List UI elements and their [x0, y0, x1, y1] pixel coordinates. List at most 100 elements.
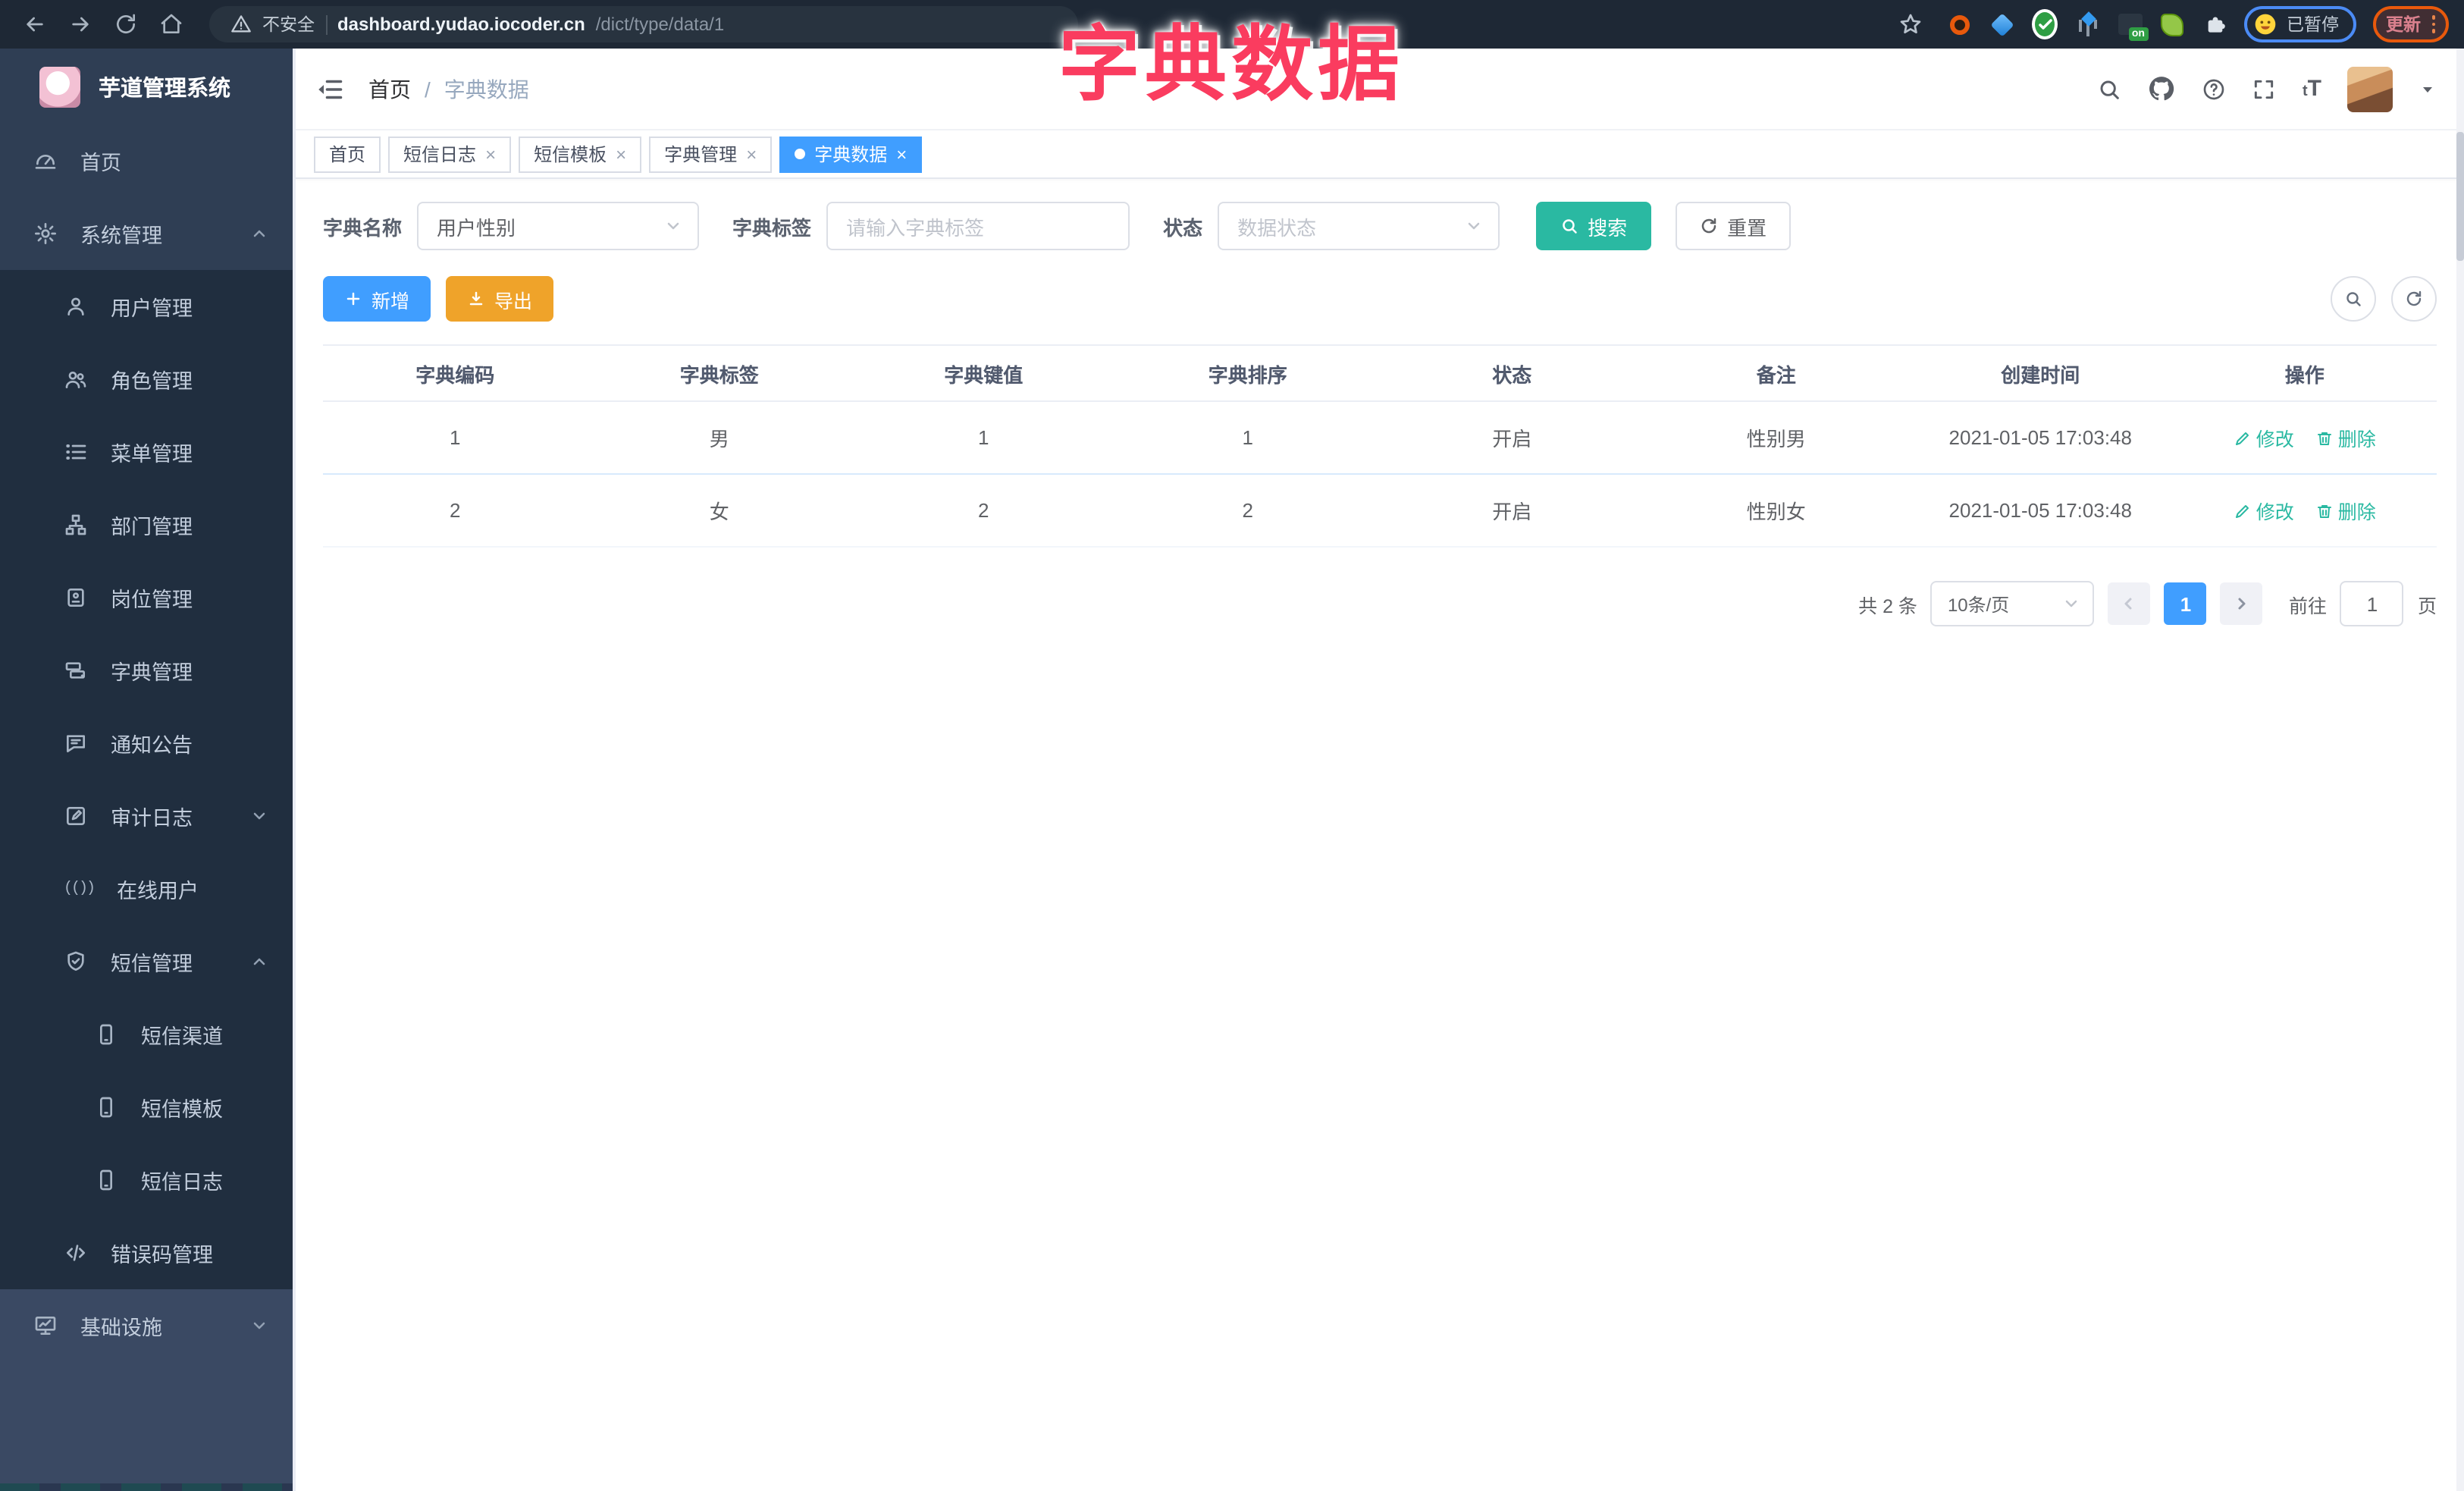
- sidebar-item-system[interactable]: 系统管理: [0, 197, 293, 270]
- edit-link[interactable]: 修改: [2234, 496, 2294, 525]
- reset-button-label: 重置: [1727, 216, 1767, 239]
- status-select[interactable]: 数据状态: [1218, 202, 1500, 250]
- tab-home[interactable]: 首页: [314, 136, 381, 172]
- export-button-label: 导出: [494, 290, 533, 312]
- tab-sms-template[interactable]: 短信模板 ×: [519, 136, 642, 172]
- bookmark-star-icon[interactable]: [1891, 5, 1930, 44]
- delete-link[interactable]: 删除: [2315, 496, 2376, 525]
- sidebar-item-home[interactable]: 首页: [0, 124, 293, 197]
- audit-log-icon: [64, 804, 88, 828]
- tab-close-icon[interactable]: ×: [485, 145, 496, 163]
- browser-home-icon[interactable]: [152, 5, 191, 44]
- extension-paused-chip[interactable]: 已暂停: [2244, 6, 2356, 42]
- github-icon[interactable]: [2148, 74, 2177, 103]
- extension-adblock-icon[interactable]: [1947, 11, 1973, 37]
- extension-sliders-icon[interactable]: [2074, 11, 2100, 37]
- gear-icon: [33, 221, 58, 246]
- sidebar-item-error-code[interactable]: 错误码管理: [0, 1216, 293, 1289]
- sidebar-item-sms-template[interactable]: 短信模板: [0, 1071, 293, 1144]
- sidebar-item-online-users[interactable]: (()) 在线用户: [0, 852, 293, 925]
- col-header-created: 创建时间: [1908, 345, 2173, 402]
- tab-label: 首页: [329, 144, 366, 165]
- search-button[interactable]: 搜索: [1536, 202, 1652, 250]
- extension-on-icon[interactable]: on: [2117, 11, 2148, 41]
- sidebar-collapse-icon[interactable]: [317, 75, 344, 102]
- current-page-button[interactable]: 1: [2164, 582, 2207, 625]
- sidebar-item-sms[interactable]: 短信管理: [0, 925, 293, 998]
- sidebar-item-menus[interactable]: 菜单管理: [0, 416, 293, 488]
- tab-dict-manage[interactable]: 字典管理 ×: [649, 136, 773, 172]
- online-users-icon: (()): [64, 880, 96, 897]
- breadcrumb-home[interactable]: 首页: [368, 74, 411, 104]
- cell-sort: 1: [1115, 401, 1380, 475]
- reset-button[interactable]: 重置: [1676, 202, 1792, 250]
- phone-icon: [94, 1168, 118, 1192]
- browser-update-button[interactable]: 更新: [2372, 6, 2449, 42]
- infrastructure-icon: [33, 1314, 58, 1338]
- scrollbar-thumb[interactable]: [2456, 132, 2464, 261]
- extensions-puzzle-icon[interactable]: [2202, 11, 2227, 37]
- sidebar-item-users[interactable]: 用户管理: [0, 270, 293, 343]
- chevron-down-icon: [250, 1317, 268, 1335]
- sidebar-item-posts[interactable]: 岗位管理: [0, 561, 293, 634]
- font-size-icon[interactable]: tT: [2303, 76, 2321, 102]
- browser-forward-icon[interactable]: [61, 5, 100, 44]
- sidebar-item-label: 岗位管理: [111, 589, 193, 611]
- header-search-icon[interactable]: [2098, 77, 2122, 101]
- sidebar-item-departments[interactable]: 部门管理: [0, 488, 293, 561]
- address-bar[interactable]: 不安全 dashboard.yudao.iocoder.cn/dict/type…: [209, 6, 1078, 42]
- prev-page-button[interactable]: [2108, 582, 2151, 625]
- delete-link[interactable]: 删除: [2315, 423, 2376, 452]
- sidebar-item-sms-log[interactable]: 短信日志: [0, 1144, 293, 1216]
- help-icon[interactable]: [2202, 77, 2227, 101]
- tab-close-icon[interactable]: ×: [616, 145, 626, 163]
- col-header-code: 字典编码: [323, 345, 588, 402]
- app-logo-row[interactable]: 芋道管理系统: [0, 49, 293, 124]
- extension-gem-icon[interactable]: [1989, 11, 2015, 37]
- sidebar-item-notice[interactable]: 通知公告: [0, 707, 293, 780]
- export-button[interactable]: 导出: [446, 276, 554, 322]
- shield-check-icon: [64, 950, 88, 974]
- sidebar-item-infrastructure[interactable]: 基础设施: [0, 1289, 293, 1362]
- sidebar-bottom-scrollbar[interactable]: [0, 1483, 293, 1491]
- user-avatar[interactable]: [2347, 66, 2393, 111]
- tab-close-icon[interactable]: ×: [896, 145, 907, 163]
- page-size-select[interactable]: 10条/页: [1930, 581, 2095, 626]
- extension-check-icon[interactable]: [2032, 9, 2058, 39]
- user-icon: [64, 294, 88, 319]
- extension-leaf-icon[interactable]: [2159, 11, 2185, 37]
- tab-sms-log[interactable]: 短信日志 ×: [388, 136, 512, 172]
- cell-sort: 2: [1115, 474, 1380, 548]
- sidebar-item-label: 在线用户: [117, 880, 199, 902]
- dict-tag-input[interactable]: 请输入字典标签: [826, 202, 1130, 250]
- dict-data-table: 字典编码 字典标签 字典键值 字典排序 状态 备注 创建时间 操作 1 男 1 …: [323, 344, 2437, 548]
- sidebar-item-label: 短信渠道: [141, 1025, 223, 1048]
- sidebar-item-label: 系统管理: [80, 224, 162, 247]
- update-label: 更新: [2386, 17, 2421, 35]
- sidebar-item-roles[interactable]: 角色管理: [0, 343, 293, 416]
- sidebar-item-audit-log[interactable]: 审计日志: [0, 780, 293, 852]
- tab-close-icon[interactable]: ×: [746, 145, 757, 163]
- sidebar-item-sms-channel[interactable]: 短信渠道: [0, 998, 293, 1071]
- browser-menu-kebab-icon[interactable]: [2431, 15, 2435, 33]
- tab-dict-data-active[interactable]: 字典数据 ×: [779, 136, 923, 172]
- fullscreen-icon[interactable]: [2252, 77, 2277, 101]
- sidebar-item-dict[interactable]: 字典管理: [0, 634, 293, 707]
- next-page-button[interactable]: [2220, 582, 2263, 625]
- refresh-table-button[interactable]: [2391, 276, 2437, 322]
- status-placeholder: 数据状态: [1237, 216, 1317, 239]
- logo-image: [39, 66, 80, 107]
- window-scrollbar[interactable]: [2456, 49, 2464, 1491]
- edit-link[interactable]: 修改: [2234, 423, 2294, 452]
- toggle-search-button[interactable]: [2331, 276, 2376, 322]
- cell-label: 男: [587, 401, 851, 475]
- user-menu-caret-icon[interactable]: [2419, 80, 2437, 98]
- goto-page-input[interactable]: 1: [2340, 581, 2404, 626]
- chevron-down-icon: [2063, 595, 2081, 613]
- tab-label: 短信日志: [403, 144, 477, 165]
- browser-reload-icon[interactable]: [106, 5, 146, 44]
- dict-name-select[interactable]: 用户性别: [417, 202, 700, 250]
- browser-back-icon[interactable]: [15, 5, 55, 44]
- add-button[interactable]: 新增: [323, 276, 431, 322]
- dict-tag-placeholder: 请输入字典标签: [846, 216, 985, 239]
